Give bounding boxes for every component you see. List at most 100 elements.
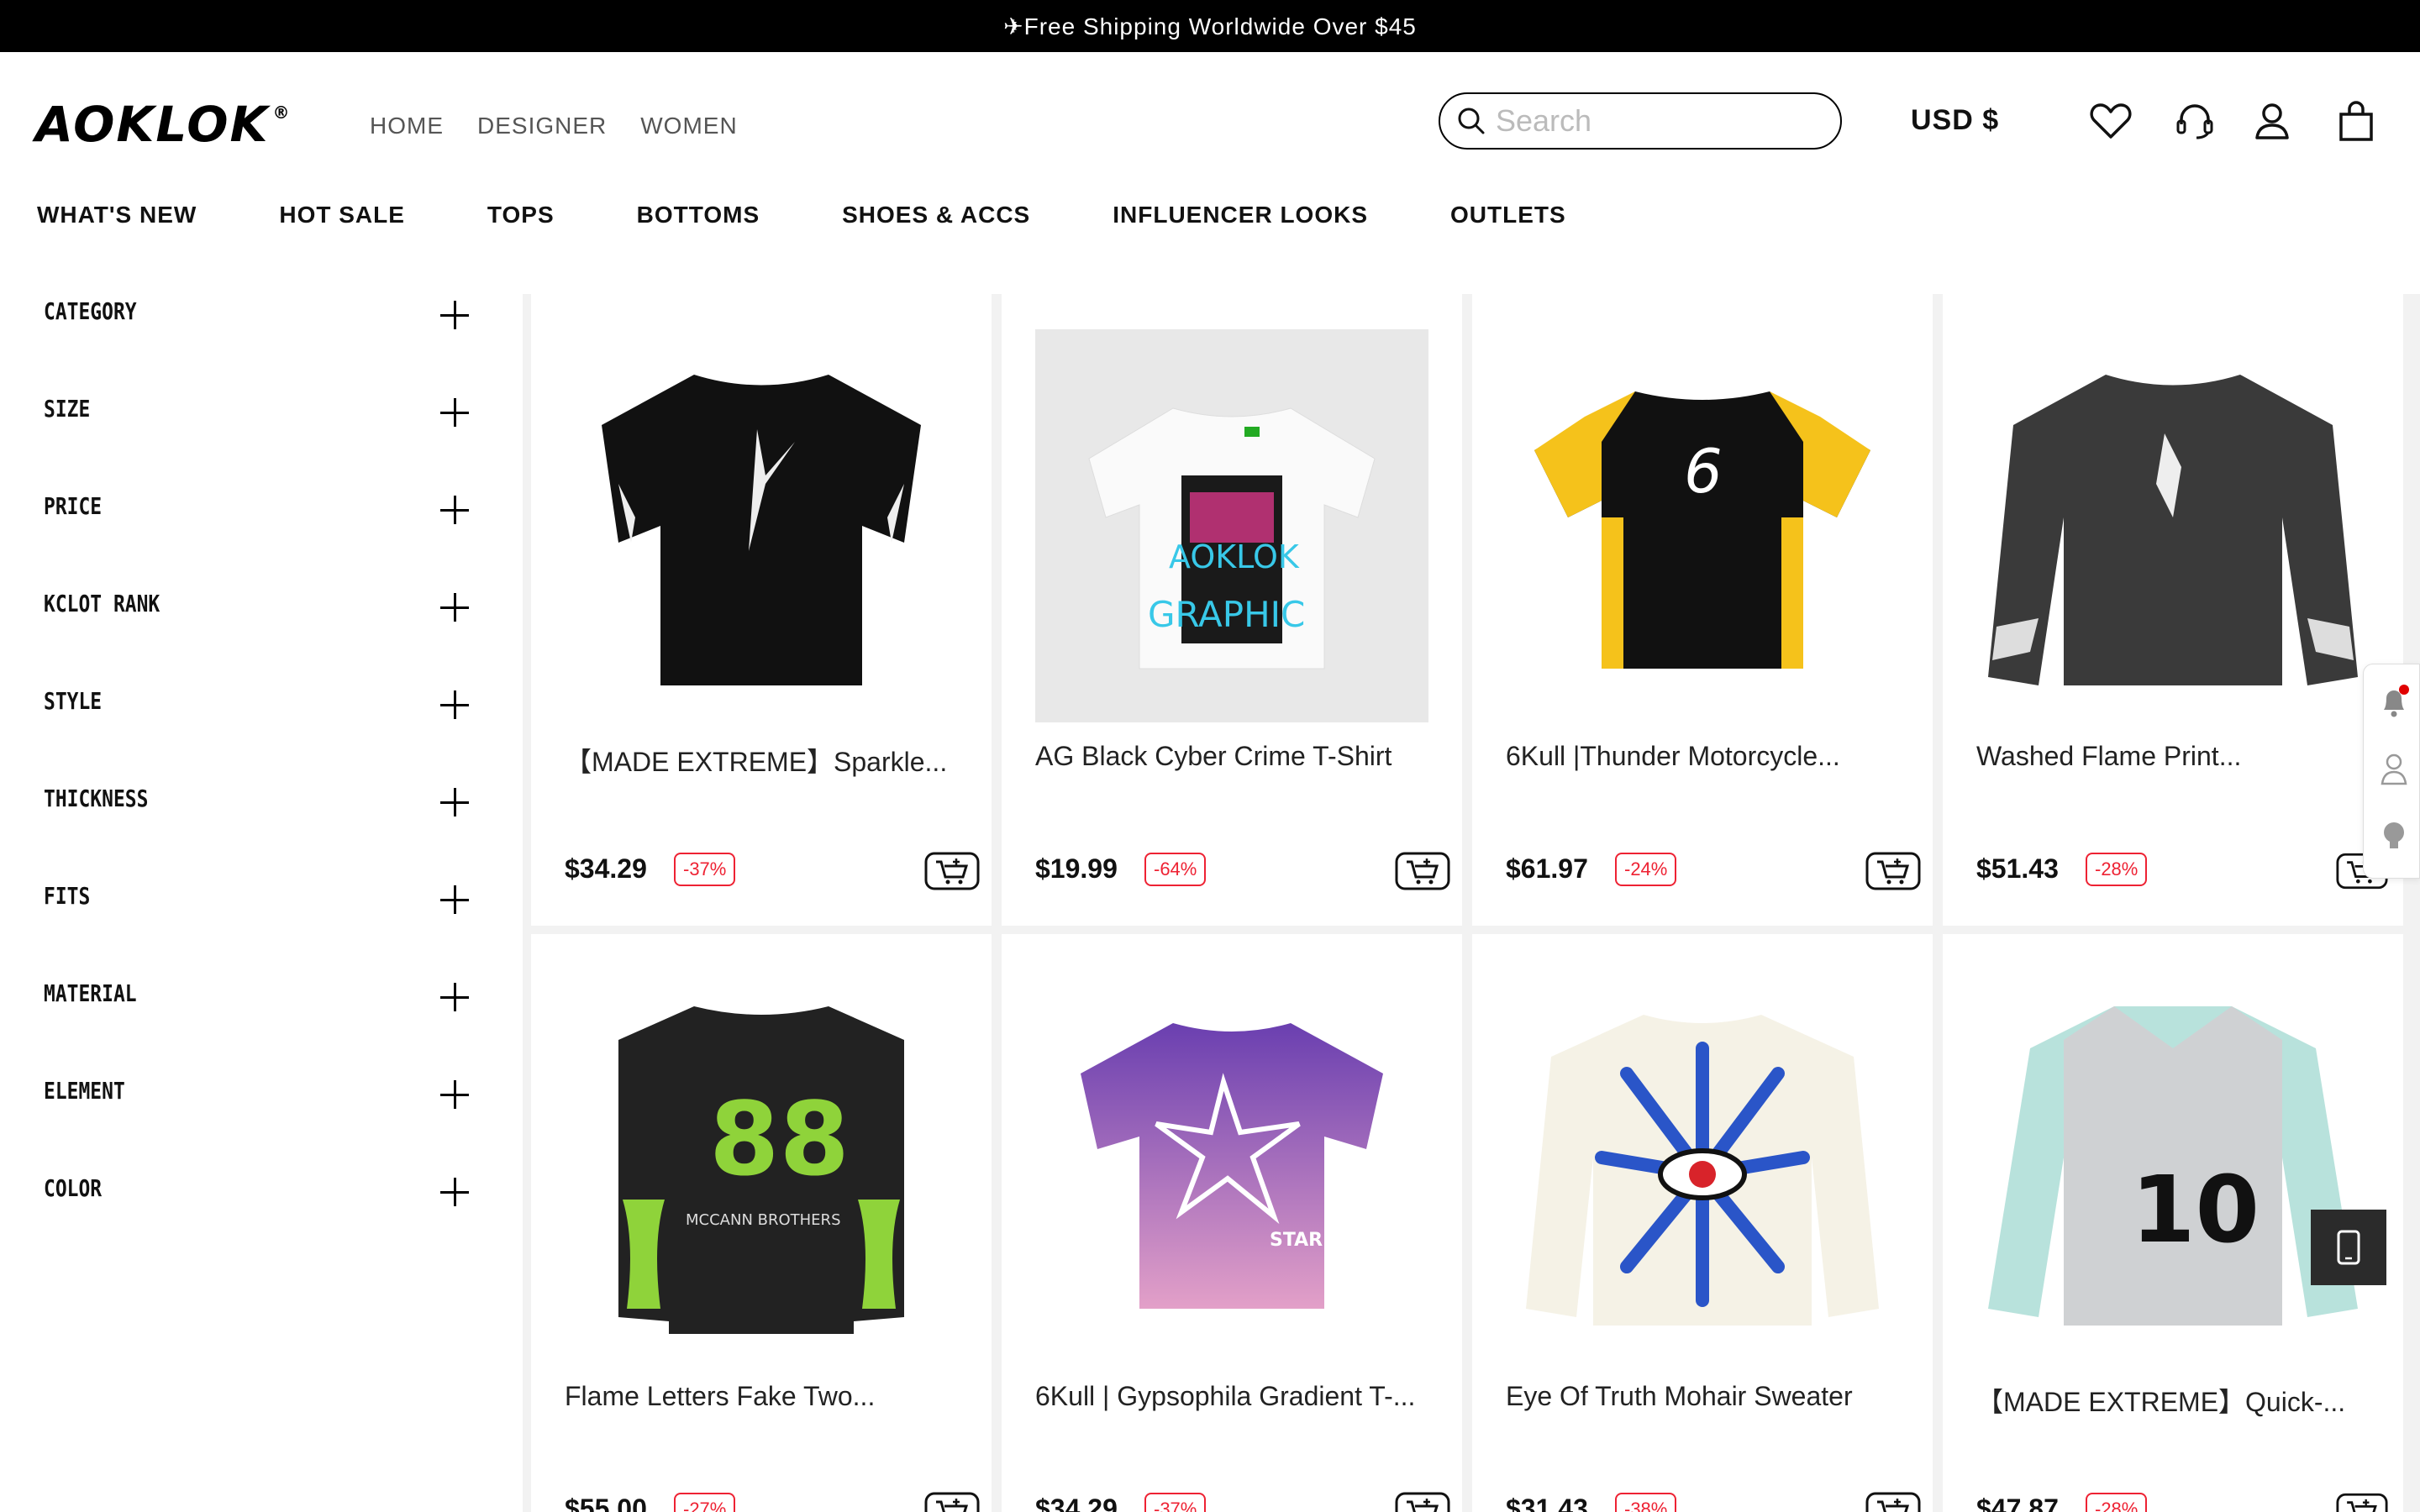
header: AOKLOK® HOME DESIGNER WOMEN USD $ WHAT'S… [0,52,2420,228]
filter-thickness[interactable]: THICKNESS [0,778,521,875]
add-to-cart-icon[interactable] [924,852,980,890]
discount-badge: -28% [2086,853,2148,886]
product-title[interactable]: Washed Flame Print... [1976,741,2380,772]
plus-icon[interactable] [440,1080,469,1109]
add-to-cart-icon[interactable] [2336,1492,2388,1512]
discount-badge: -24% [1615,853,1677,886]
discount-badge: -28% [2086,1493,2148,1512]
cat-shoes-accs[interactable]: SHOES & ACCS [842,202,1030,228]
plus-icon[interactable] [440,788,469,816]
add-to-cart-icon[interactable] [1865,852,1921,890]
announcement-bar: ✈Free Shipping Worldwide Over $45 [0,0,2420,52]
product-image[interactable] [1506,969,1899,1362]
product-image[interactable] [565,329,958,722]
product-title[interactable]: AG Black Cyber Crime T-Shirt [1035,741,1439,772]
filter-fits[interactable]: FITS [0,875,521,973]
svg-text:MCCANN BROTHERS: MCCANN BROTHERS [686,1211,841,1229]
logo-text: AOKLOK [35,96,270,153]
search-icon [1458,108,1485,134]
user-outline-icon[interactable] [2379,752,2409,785]
add-to-cart-icon[interactable] [924,1492,980,1512]
product-price: $55.00 [565,1494,647,1512]
filter-price[interactable]: PRICE [0,486,521,583]
nav-designer[interactable]: DESIGNER [477,113,607,139]
product-card[interactable]: AOKLOK GRAPHIC AG Black Cyber Crime T-Sh… [1002,294,1462,926]
cat-outlets[interactable]: OUTLETS [1450,202,1566,228]
product-image[interactable]: AOKLOK GRAPHIC [1035,329,1428,722]
product-title[interactable]: Eye Of Truth Mohair Sweater [1506,1381,1909,1412]
plus-icon[interactable] [440,593,469,622]
product-title[interactable]: 【MADE EXTREME】Quick-... [1976,1381,2380,1420]
product-card[interactable]: 88 MCCANN BROTHERS Flame Letters Fake Tw… [531,934,992,1512]
plus-icon[interactable] [440,983,469,1011]
nav-women[interactable]: WOMEN [640,113,737,139]
phone-icon [2337,1230,2360,1265]
discount-badge: -38% [1615,1493,1677,1512]
filter-label: MATERIAL [44,979,137,1007]
bell-icon[interactable] [2379,685,2409,718]
product-price: $34.29 [1035,1494,1118,1512]
registered-mark: ® [272,102,292,123]
currency-selector[interactable]: USD $ [1911,104,1999,137]
filter-size[interactable]: SIZE [0,388,521,486]
plus-icon[interactable] [440,496,469,524]
filter-style[interactable]: STYLE [0,680,521,778]
shopping-bag-icon[interactable] [2333,97,2380,144]
lightbulb-icon[interactable] [2379,819,2409,853]
plus-icon[interactable] [440,690,469,719]
svg-text:AOKLOK: AOKLOK [1169,538,1300,575]
product-price: $47.87 [1976,1494,2059,1512]
product-card[interactable]: STAR 6Kull | Gypsophila Gradient T-... $… [1002,934,1462,1512]
product-image[interactable] [1976,329,2370,722]
cat-bottoms[interactable]: BOTTOMS [637,202,760,228]
plus-icon[interactable] [440,398,469,427]
filter-category[interactable]: CATEGORY [0,291,521,388]
filter-material[interactable]: MATERIAL [0,973,521,1070]
filter-label: STYLE [44,687,103,715]
filter-label: ELEMENT [44,1077,125,1105]
filter-kclot-rank[interactable]: KCLOT RANK [0,583,521,680]
product-title[interactable]: 【MADE EXTREME】Sparkle... [565,741,968,780]
search-bar[interactable] [1439,92,1842,150]
cat-tops[interactable]: TOPS [487,202,555,228]
heart-icon[interactable] [2087,97,2134,144]
headset-icon[interactable] [2171,97,2218,144]
product-price: $51.43 [1976,853,2059,884]
plus-icon[interactable] [440,1178,469,1206]
search-input[interactable] [1496,103,1815,139]
mobile-app-button[interactable] [2311,1210,2386,1285]
plus-icon[interactable] [440,885,469,914]
discount-badge: -64% [1144,853,1207,886]
product-card[interactable]: Eye Of Truth Mohair Sweater $31.43 -38% [1472,934,1933,1512]
cat-whats-new[interactable]: WHAT'S NEW [37,202,197,228]
cat-hot-sale[interactable]: HOT SALE [279,202,405,228]
add-to-cart-icon[interactable] [1865,1492,1921,1512]
product-image[interactable]: 6 [1506,329,1899,722]
product-price: $19.99 [1035,853,1118,884]
product-card[interactable]: 【MADE EXTREME】Sparkle... $34.29 -37% [531,294,992,926]
product-title[interactable]: 6Kull |Thunder Motorcycle... [1506,741,1909,772]
user-icon[interactable] [2249,97,2296,144]
product-card[interactable]: Washed Flame Print... $51.43 -28% [1943,294,2403,926]
product-image[interactable]: 88 MCCANN BROTHERS [565,969,958,1362]
filter-color[interactable]: COLOR [0,1168,521,1265]
plus-icon[interactable] [440,301,469,329]
cat-influencer-looks[interactable]: INFLUENCER LOOKS [1113,202,1368,228]
filter-label: CATEGORY [44,297,137,325]
nav-home[interactable]: HOME [370,113,444,139]
svg-text:10: 10 [2131,1156,2260,1263]
discount-badge: -37% [674,853,736,886]
filter-element[interactable]: ELEMENT [0,1070,521,1168]
add-to-cart-icon[interactable] [1395,1492,1450,1512]
product-title[interactable]: Flame Letters Fake Two... [565,1381,968,1412]
product-image[interactable]: 10 [1976,969,2370,1362]
product-title[interactable]: 6Kull | Gypsophila Gradient T-... [1035,1381,1439,1412]
filter-label: THICKNESS [44,785,149,812]
product-price: $34.29 [565,853,647,884]
brand-logo[interactable]: AOKLOK ® [35,96,292,153]
filter-label: SIZE [44,395,91,423]
product-card[interactable]: 6 6Kull |Thunder Motorcycle... $61.97 -2… [1472,294,1933,926]
add-to-cart-icon[interactable] [1395,852,1450,890]
product-image[interactable]: STAR [1035,969,1428,1362]
filter-label: FITS [44,882,91,910]
